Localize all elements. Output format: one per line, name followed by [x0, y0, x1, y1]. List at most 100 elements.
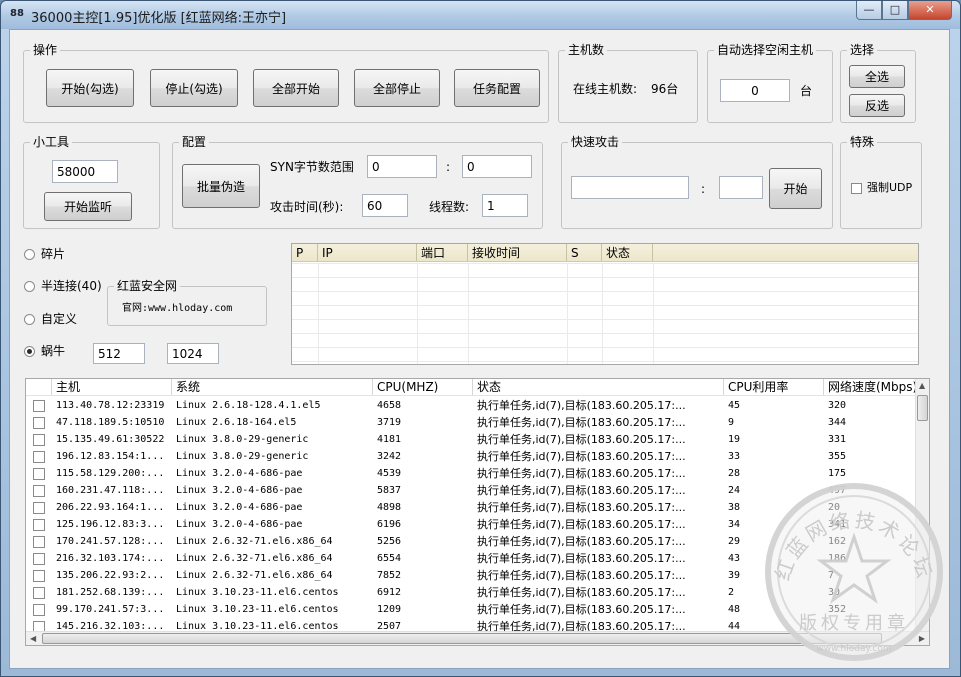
row-checkbox[interactable]: [33, 502, 45, 514]
cpu-mhz-cell: 6912: [377, 587, 402, 598]
minimize-button[interactable]: —: [856, 1, 882, 20]
status-cell: 执行单任务,id(7),目标(183.60.205.17:...: [477, 484, 686, 497]
column-header-check[interactable]: [26, 379, 52, 395]
stop-checked-button[interactable]: 停止(勾选): [150, 69, 238, 107]
scroll-up-icon[interactable]: ▲: [919, 380, 925, 392]
table-row[interactable]: 135.206.22.93:2... Linux 2.6.32-71.el6.x8…: [26, 567, 916, 584]
snail-value-1-input[interactable]: 512: [93, 343, 145, 364]
column-header-status[interactable]: 状态: [473, 379, 724, 395]
table-row[interactable]: 99.170.241.57:3... Linux 3.10.23-11.el6.c…: [26, 601, 916, 618]
vertical-scroll-thumb[interactable]: [917, 395, 928, 421]
column-header-cpu-mhz[interactable]: CPU(MHZ): [373, 379, 473, 395]
row-checkbox[interactable]: [33, 400, 45, 412]
start-checked-button[interactable]: 开始(勾选): [46, 69, 134, 107]
scroll-right-icon[interactable]: ▶: [919, 633, 925, 645]
cpu-usage-cell: 43: [728, 553, 741, 564]
attack-time-input[interactable]: 60: [362, 194, 408, 217]
host-cell: 170.241.57.128:...: [56, 536, 165, 547]
row-checkbox[interactable]: [33, 536, 45, 548]
syn-min-input[interactable]: 0: [367, 155, 437, 178]
hosts-table[interactable]: 主机 系统 CPU(MHZ) 状态 CPU利用率 网络速度(Mbps) 113.…: [25, 378, 930, 646]
column-header-s[interactable]: S: [567, 244, 602, 261]
row-checkbox-cell: [26, 397, 52, 414]
start-all-button[interactable]: 全部开始: [253, 69, 339, 107]
hosts-vertical-scrollbar[interactable]: ▲: [915, 379, 929, 633]
threads-input[interactable]: 1: [482, 194, 528, 217]
row-checkbox[interactable]: [33, 451, 45, 463]
net-speed-cell: 30: [828, 587, 841, 598]
column-header-p[interactable]: P: [292, 244, 318, 261]
net-speed-cell: 352: [828, 604, 847, 615]
maximize-button[interactable]: □: [882, 1, 908, 20]
host-cell: 135.206.22.93:2...: [56, 570, 165, 581]
hosts-horizontal-scrollbar[interactable]: ◀ ▶: [26, 631, 929, 645]
force-udp-checkbox[interactable]: [851, 183, 862, 194]
invert-selection-button[interactable]: 反选: [849, 94, 905, 117]
quick-attack-target-input[interactable]: [571, 176, 689, 199]
column-header-net-speed[interactable]: 网络速度(Mbps): [824, 379, 916, 395]
promo-site-link[interactable]: 官网:www.hloday.com: [122, 301, 232, 317]
status-cell: 执行单任务,id(7),目标(183.60.205.17:...: [477, 399, 686, 412]
row-checkbox[interactable]: [33, 519, 45, 531]
title-bar[interactable]: 88 36000主控[1.95]优化版 [红蓝网络:王亦宁] — □ ✕: [1, 1, 960, 29]
column-header-cpu-usage[interactable]: CPU利用率: [724, 379, 824, 395]
net-speed-cell: 497: [828, 485, 847, 496]
table-row[interactable]: 15.135.49.61:30522 Linux 3.8.0-29-generic…: [26, 431, 916, 448]
column-header-port[interactable]: 端口: [417, 244, 468, 261]
status-cell: 执行单任务,id(7),目标(183.60.205.17:...: [477, 569, 686, 582]
system-cell: Linux 2.6.18-164.el5: [176, 417, 297, 428]
table-row[interactable]: 181.252.68.139:... Linux 3.10.23-11.el6.c…: [26, 584, 916, 601]
cpu-mhz-cell: 6196: [377, 519, 402, 530]
snail-value-2-input[interactable]: 1024: [167, 343, 219, 364]
table-row[interactable]: 125.196.12.83:3... Linux 3.2.0-4-686-pae 6…: [26, 516, 916, 533]
hosts-table-header: 主机 系统 CPU(MHZ) 状态 CPU利用率 网络速度(Mbps): [26, 379, 916, 396]
row-checkbox[interactable]: [33, 553, 45, 565]
row-checkbox[interactable]: [33, 468, 45, 480]
snail-radio[interactable]: [24, 346, 35, 357]
host-cell: 99.170.241.57:3...: [56, 604, 165, 615]
fragment-radio[interactable]: [24, 249, 35, 260]
custom-radio[interactable]: [24, 314, 35, 325]
table-row[interactable]: 170.241.57.128:... Linux 2.6.32-71.el6.x8…: [26, 533, 916, 550]
net-speed-cell: 341: [828, 519, 847, 530]
row-checkbox[interactable]: [33, 570, 45, 582]
scroll-left-icon[interactable]: ◀: [30, 633, 36, 645]
table-row[interactable]: 196.12.83.154:1... Linux 3.8.0-29-generic…: [26, 448, 916, 465]
select-all-button[interactable]: 全选: [849, 65, 905, 88]
row-checkbox[interactable]: [33, 604, 45, 616]
row-checkbox[interactable]: [33, 434, 45, 446]
column-header-system[interactable]: 系统: [172, 379, 373, 395]
close-button[interactable]: ✕: [908, 1, 952, 20]
connection-list[interactable]: P IP 端口 接收时间 S 状态: [291, 243, 919, 365]
table-row[interactable]: 160.231.47.118:... Linux 3.2.0-4-686-pae 5…: [26, 482, 916, 499]
row-checkbox[interactable]: [33, 485, 45, 497]
quick-attack-start-button[interactable]: 开始: [769, 168, 822, 209]
syn-max-input[interactable]: 0: [462, 155, 532, 178]
row-checkbox[interactable]: [33, 417, 45, 429]
task-config-button[interactable]: 任务配置: [454, 69, 540, 107]
table-row[interactable]: 206.22.93.164:1... Linux 3.2.0-4-686-pae 4…: [26, 499, 916, 516]
quick-attack-title: 快速攻击: [568, 134, 623, 150]
listen-port-input[interactable]: 58000: [52, 160, 118, 183]
horizontal-scroll-thumb[interactable]: [42, 633, 882, 644]
cpu-mhz-cell: 4181: [377, 434, 402, 445]
half-connection-radio[interactable]: [24, 281, 35, 292]
column-header-host[interactable]: 主机: [52, 379, 172, 395]
cpu-usage-cell: 29: [728, 536, 741, 547]
tools-group: 小工具 58000 开始监听: [23, 134, 160, 229]
table-row[interactable]: 113.40.78.12:23319 Linux 2.6.18-128.4.1.e…: [26, 397, 916, 414]
table-row[interactable]: 47.118.189.5:10510 Linux 2.6.18-164.el5 37…: [26, 414, 916, 431]
table-row[interactable]: 115.58.129.200:... Linux 3.2.0-4-686-pae 4…: [26, 465, 916, 482]
idle-host-count-input[interactable]: 0: [720, 79, 790, 102]
special-group: 特殊 强制UDP: [840, 134, 922, 229]
stop-all-button[interactable]: 全部停止: [354, 69, 440, 107]
batch-fake-button[interactable]: 批量伪造: [182, 164, 260, 208]
row-checkbox[interactable]: [33, 587, 45, 599]
quick-attack-port-input[interactable]: [719, 176, 763, 199]
start-monitor-button[interactable]: 开始监听: [44, 192, 132, 221]
column-header-ip[interactable]: IP: [318, 244, 417, 261]
column-header-status[interactable]: 状态: [602, 244, 653, 261]
table-row[interactable]: 216.32.103.174:... Linux 2.6.32-71.el6.x8…: [26, 550, 916, 567]
cpu-usage-cell: 45: [728, 400, 741, 411]
column-header-receive-time[interactable]: 接收时间: [468, 244, 567, 261]
